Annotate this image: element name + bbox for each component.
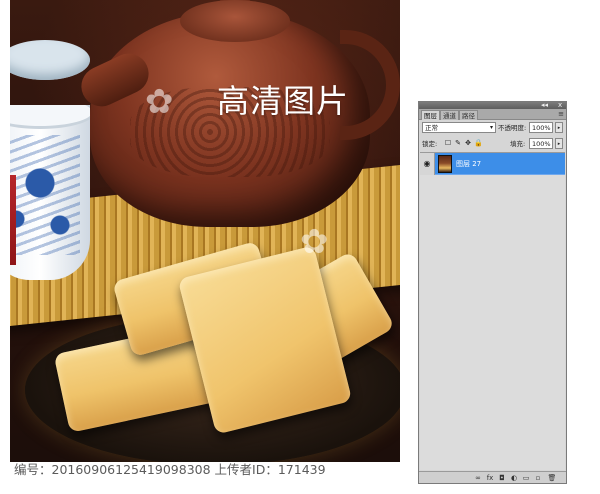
overlay-title: 高清图片 [217,82,350,120]
teapot-lid [180,0,290,42]
lock-label: 锁定: [422,140,438,148]
watermark-icon: ✿ [300,222,329,262]
porcelain-cup [10,105,90,280]
photo-canvas: ✿ ✿ 高清图片 [10,0,400,462]
panel-bottom-bar: ∞ fx ◘ ◐ ▭ ▫ 🗑 [419,471,566,483]
layers-list: ◉ 图层 27 [420,152,565,470]
eye-icon[interactable]: ◉ [420,153,435,175]
layer-name: 图层 27 [456,160,482,168]
opacity-label: 不透明度: [498,124,527,132]
lock-all-icon[interactable]: 🔒 [474,139,483,148]
lock-row: 锁定: ☐ ✎ ✥ 🔒 填充: 100% ▸ [419,137,566,151]
image-caption: 编号：20160906125419098308 上传者ID：171439 [14,462,326,477]
layer-row[interactable]: ◉ 图层 27 [420,153,565,175]
tab-paths[interactable]: 路径 [459,110,478,120]
lock-transparency-icon[interactable]: ☐ [444,139,452,148]
fill-arrow-icon[interactable]: ▸ [555,138,563,149]
tab-channels[interactable]: 通道 [440,110,459,120]
layer-style-icon[interactable]: fx [485,473,495,483]
opacity-input[interactable]: 100% [529,122,553,133]
new-layer-icon[interactable]: ▫ [533,473,543,483]
fill-label: 填充: [510,140,526,148]
layers-panel: ◂◂ x 图层 通道 路径 ≡ 正常 ▾ 不透明度: 100% ▸ 锁定: ☐ … [418,101,567,484]
tab-layers[interactable]: 图层 [421,110,440,120]
layer-mask-icon[interactable]: ◘ [497,473,507,483]
lock-position-icon[interactable]: ✥ [464,139,472,148]
panel-menu-icon[interactable]: ≡ [558,110,564,119]
blend-mode-select[interactable]: 正常 ▾ [422,122,496,133]
opacity-arrow-icon[interactable]: ▸ [555,122,563,133]
adjustment-layer-icon[interactable]: ◐ [509,473,519,483]
panel-title-bar[interactable]: ◂◂ x [419,102,566,109]
collapse-icon[interactable]: ◂◂ [541,102,548,109]
watermark-icon: ✿ [145,82,174,122]
cup-rim [10,105,90,129]
trash-icon[interactable]: 🗑 [547,473,557,483]
cup-blue-pattern [10,135,80,255]
blend-row: 正常 ▾ 不透明度: 100% ▸ [419,121,566,135]
blend-mode-value: 正常 [425,124,438,132]
layer-thumbnail [438,155,452,173]
close-icon[interactable]: x [558,102,562,109]
fill-input[interactable]: 100% [529,138,553,149]
link-layers-icon[interactable]: ∞ [473,473,483,483]
cup-red-pattern [10,175,16,265]
new-group-icon[interactable]: ▭ [521,473,531,483]
lock-pixels-icon[interactable]: ✎ [454,139,462,148]
chevron-down-icon: ▾ [489,124,493,131]
panel-tabs: 图层 通道 路径 ≡ [419,109,566,120]
